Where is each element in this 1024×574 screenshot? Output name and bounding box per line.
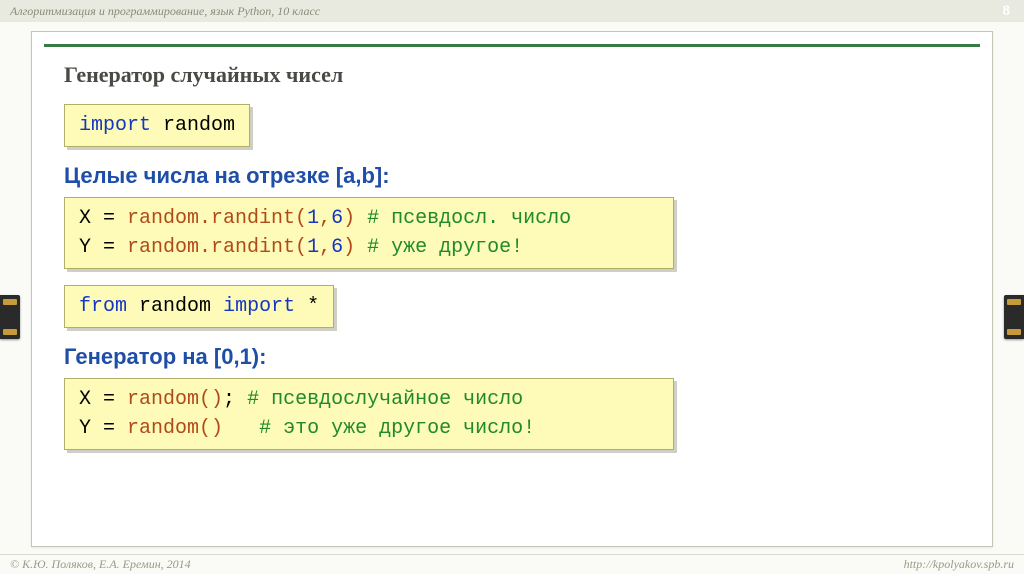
slide-content: Генератор случайных чисел import random … <box>64 62 960 534</box>
binder-clip-right-icon <box>1004 295 1024 339</box>
mod-random: random <box>163 114 235 137</box>
binder-clip-left-icon <box>0 295 20 339</box>
slide-frame: Генератор случайных чисел import random … <box>31 31 993 547</box>
kw-import: import <box>79 114 151 137</box>
code-line: X = random(); # псевдослучайное число <box>79 385 659 414</box>
code-import: import random <box>64 104 250 147</box>
code-from-import: from random import * <box>64 285 334 328</box>
footer-bar: © К.Ю. Поляков, Е.А. Еремин, 2014 http:/… <box>0 554 1024 574</box>
slide-title: Генератор случайных чисел <box>64 62 960 88</box>
green-rule <box>44 44 980 47</box>
code-line: X = random.randint(1,6) # псевдосл. числ… <box>79 204 659 233</box>
course-title: Алгоритмизация и программирование, язык … <box>10 4 320 19</box>
code-line: Y = random() # это уже другое число! <box>79 414 659 443</box>
footer-url: http://kpolyakov.spb.ru <box>904 557 1014 572</box>
header-bar: Алгоритмизация и программирование, язык … <box>0 0 1024 22</box>
copyright: © К.Ю. Поляков, Е.А. Еремин, 2014 <box>10 557 191 572</box>
subhead-int: Целые числа на отрезке [a,b]: <box>64 163 960 189</box>
code-randint: X = random.randint(1,6) # псевдосл. числ… <box>64 197 674 269</box>
page-number: 8 <box>1003 3 1015 20</box>
subhead-float: Генератор на [0,1): <box>64 344 960 370</box>
code-line: Y = random.randint(1,6) # уже другое! <box>79 233 659 262</box>
code-random01: X = random(); # псевдослучайное число Y … <box>64 378 674 450</box>
